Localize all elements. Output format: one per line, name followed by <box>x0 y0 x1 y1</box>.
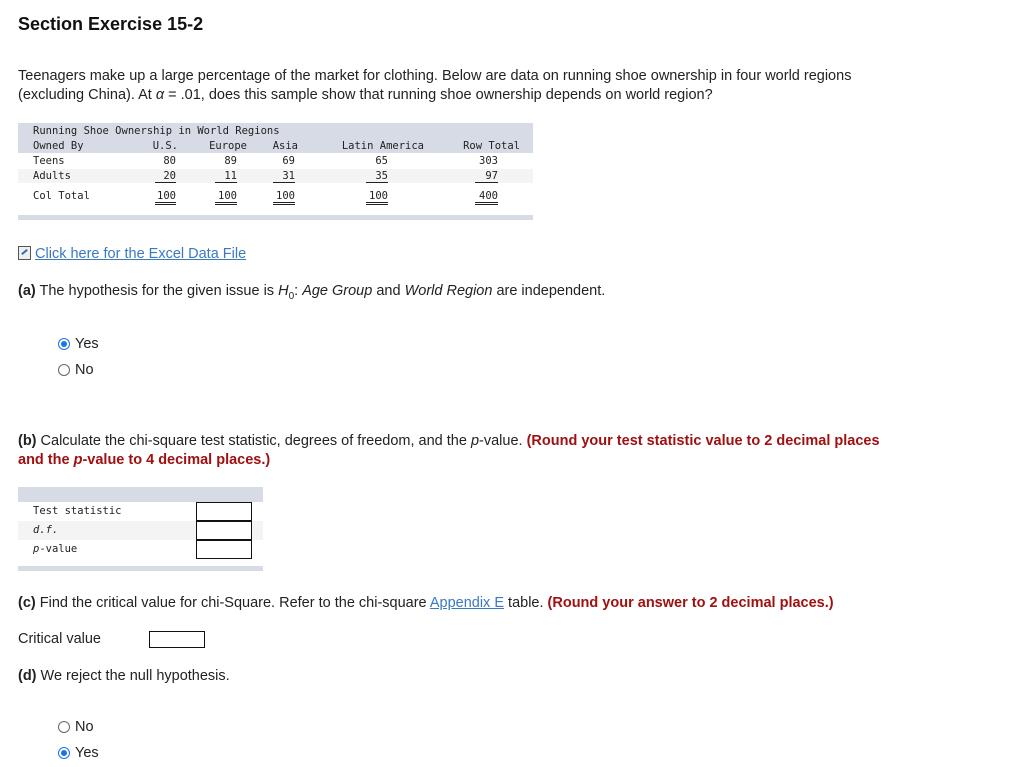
table-footer-band <box>18 215 533 220</box>
table-cell: 100 <box>273 190 295 205</box>
row-label-adults: Adults <box>33 170 71 182</box>
part-d-question: (d) We reject the null hypothesis. <box>18 668 230 684</box>
table-cell: 20 <box>155 170 176 183</box>
alpha-symbol: α <box>155 87 165 103</box>
row-label-teens: Teens <box>33 155 65 167</box>
table-cell: 400 <box>475 190 498 205</box>
row-label-col-total: Col Total <box>33 190 90 202</box>
table-caption: Running Shoe Ownership in World Regions <box>33 125 280 137</box>
table-cell: 11 <box>215 170 237 183</box>
header-row-total: Row Total <box>463 140 520 152</box>
page-title: Section Exercise 15-2 <box>18 14 204 34</box>
critical-value-input[interactable] <box>149 631 205 648</box>
excel-file-icon <box>18 246 31 260</box>
p-value-input[interactable] <box>196 540 252 559</box>
intro-line-1: Teenagers make up a large percentage of … <box>18 68 852 84</box>
intro-line-2: (excluding China). At α = .01, does this… <box>18 87 713 103</box>
header-europe: Europe <box>209 140 247 152</box>
part-c-question: (c) Find the critical value for chi-Squa… <box>18 595 834 611</box>
p-value-label: p-value <box>33 543 78 555</box>
table-cell: 69 <box>282 155 295 167</box>
df-input[interactable] <box>196 521 252 540</box>
part-a-option-no[interactable]: No <box>58 362 94 378</box>
critical-value-label: Critical value <box>18 631 101 647</box>
part-d-option-no[interactable]: No <box>58 719 94 735</box>
table-cell: 100 <box>215 190 237 205</box>
radio-unselected-icon[interactable] <box>58 721 70 733</box>
radio-unselected-icon[interactable] <box>58 364 70 376</box>
df-label: d.f. <box>33 524 59 536</box>
excel-link-row[interactable]: Click here for the Excel Data File <box>18 245 246 264</box>
radio-selected-icon[interactable] <box>58 747 70 759</box>
table-cell: 89 <box>224 155 237 167</box>
part-b-question: (b) Calculate the chi-square test statis… <box>18 433 880 468</box>
table-cell: 31 <box>273 170 295 183</box>
table-cell: 303 <box>479 155 498 167</box>
header-latin-america: Latin America <box>341 140 424 152</box>
part-d-option-yes[interactable]: Yes <box>58 745 99 761</box>
table-cell: 80 <box>163 155 176 167</box>
header-asia: Asia <box>272 140 298 152</box>
table-cell: 100 <box>155 190 176 205</box>
header-us: U.S. <box>152 140 178 152</box>
excel-data-link[interactable]: Click here for the Excel Data File <box>35 246 246 262</box>
table-cell: 65 <box>375 155 388 167</box>
test-statistic-input[interactable] <box>196 502 252 521</box>
radio-selected-icon[interactable] <box>58 338 70 350</box>
table-cell: 97 <box>475 170 498 183</box>
header-owned-by: Owned By <box>33 140 84 152</box>
table-cell: 35 <box>366 170 388 183</box>
part-a-question: (a) The hypothesis for the given issue i… <box>18 283 606 302</box>
part-a-option-yes[interactable]: Yes <box>58 336 99 352</box>
appendix-e-link[interactable]: Appendix E <box>430 595 504 611</box>
intro-text: Teenagers make up a large percentage of … <box>18 67 851 105</box>
table-cell: 100 <box>366 190 388 205</box>
test-statistic-label: Test statistic <box>33 505 122 517</box>
